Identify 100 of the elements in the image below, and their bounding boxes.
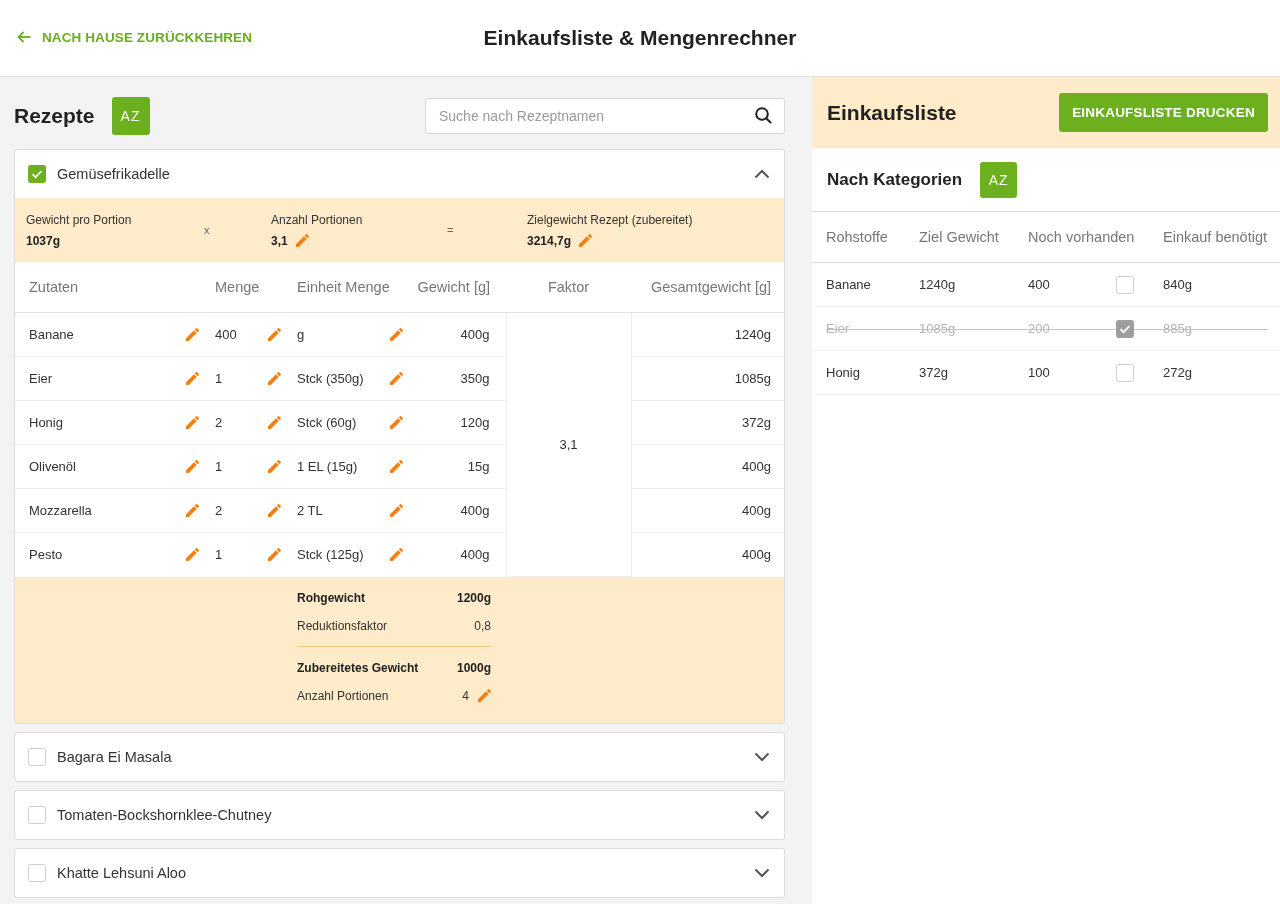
summary-label: Zubereitetes Gewicht [297, 660, 419, 675]
unit-value: 2 TL [297, 503, 323, 518]
chevron-down-icon[interactable] [754, 809, 770, 820]
table-cell: 400g [631, 532, 784, 576]
checkbox[interactable] [1116, 363, 1134, 382]
chevron-up-icon[interactable] [754, 169, 770, 179]
unit-value: Stck (350g) [297, 371, 364, 386]
checkbox[interactable] [28, 165, 46, 183]
table-cell: 372g [631, 400, 784, 445]
recipe-name[interactable]: Bagara Ei Masala [57, 748, 172, 765]
summary-value: 1000g [456, 660, 491, 675]
pencil-icon[interactable] [186, 504, 199, 517]
field-value: 3214,7g [527, 233, 572, 248]
checkbox[interactable] [28, 805, 46, 824]
search-icon[interactable] [755, 107, 772, 124]
table-cell: 400g [411, 532, 506, 576]
amount-value: 400 [215, 327, 237, 342]
ingredient-name: Honig [29, 415, 63, 430]
column-header: Einkauf benötigt [1163, 229, 1267, 245]
table-cell: 840g [1163, 277, 1192, 292]
pencil-icon[interactable] [295, 234, 309, 247]
summary-value: 4 [462, 688, 469, 703]
field-label: Gewicht pro Portion [26, 212, 132, 227]
recipe-name[interactable]: Khatte Lehsuni Aloo [57, 864, 186, 881]
operator-sign: = [447, 224, 454, 236]
pencil-icon[interactable] [186, 372, 199, 385]
table-cell: 15g [411, 444, 506, 489]
summary-label: Anzahl Portionen [297, 688, 389, 703]
column-header: Rohstoffe [826, 229, 888, 245]
pencil-icon[interactable] [268, 372, 281, 385]
pencil-icon[interactable] [390, 416, 403, 429]
pencil-icon[interactable] [268, 548, 281, 561]
search-field[interactable]: Suche nach Rezeptnamen [425, 98, 785, 134]
table-cell: 100 [1028, 365, 1050, 380]
field-label: Anzahl Portionen [271, 212, 363, 227]
table-cell: 200 [1028, 321, 1050, 336]
pencil-icon[interactable] [186, 328, 199, 341]
table-cell: 120g [411, 400, 506, 445]
pencil-icon[interactable] [390, 372, 403, 385]
subsection-title: Nach Kategorien [827, 169, 963, 190]
table-cell: 350g [411, 356, 506, 401]
pencil-icon[interactable] [390, 328, 403, 341]
column-header: Menge [206, 262, 288, 313]
recipe-name[interactable]: Gemüsefrikadelle [57, 166, 170, 182]
field-value: 1037g [26, 233, 61, 248]
section-title: Einkaufsliste [827, 100, 957, 125]
table-cell: Banane [826, 277, 871, 292]
amount-value: 1 [215, 459, 223, 474]
pencil-icon[interactable] [186, 416, 199, 429]
table-cell: 1085g [631, 356, 784, 401]
column-header: Zutaten [15, 262, 206, 313]
pencil-icon[interactable] [390, 460, 403, 473]
checkbox[interactable] [1116, 275, 1134, 294]
amount-value: 1 [215, 547, 223, 562]
chevron-down-icon[interactable] [754, 867, 770, 878]
pencil-icon[interactable] [390, 548, 403, 561]
table-cell: 1240g [631, 312, 784, 357]
ingredient-name: Banane [29, 327, 74, 342]
table-cell: 400g [411, 312, 506, 357]
section-title: Rezepte [14, 104, 95, 128]
pencil-icon[interactable] [268, 504, 281, 517]
column-header: Gesamtgewicht [g] [631, 262, 784, 313]
pencil-icon[interactable] [186, 460, 199, 473]
table-cell: 400g [631, 444, 784, 489]
ingredient-name: Olivenöl [29, 459, 76, 474]
column-header: Einheit Menge [288, 262, 411, 313]
table-cell: 3,1 [506, 312, 631, 576]
table-cell: 272g [1163, 365, 1192, 380]
pencil-icon[interactable] [268, 328, 281, 341]
column-header: Faktor [506, 262, 631, 313]
checkbox[interactable] [1116, 319, 1134, 338]
page-title: Einkaufsliste & Mengenrechner [483, 26, 797, 50]
arrow-left-icon [17, 31, 31, 43]
summary-value: 1200g [456, 590, 491, 605]
ingredient-name: Mozzarella [29, 503, 92, 518]
checkbox[interactable] [28, 863, 46, 882]
table-cell: 885g [1163, 321, 1192, 336]
table-cell: 400 [1028, 277, 1050, 292]
recipe-name[interactable]: Tomaten-Bockshornklee-Chutney [57, 806, 272, 823]
ingredient-name: Eier [29, 371, 53, 386]
amount-value: 2 [215, 503, 223, 518]
summary-value: 0,8 [474, 618, 491, 633]
pencil-icon[interactable] [186, 548, 199, 561]
amount-value: 1 [215, 371, 223, 386]
chevron-down-icon[interactable] [754, 751, 770, 762]
pencil-icon[interactable] [268, 416, 281, 429]
table-cell: Eier [826, 321, 850, 336]
checkbox[interactable] [28, 747, 46, 766]
pencil-icon[interactable] [579, 234, 593, 247]
pencil-icon[interactable] [390, 504, 403, 517]
pencil-icon[interactable] [478, 689, 491, 702]
summary-label: Reduktionsfaktor [297, 618, 388, 633]
summary-label: Rohgewicht [297, 590, 365, 605]
column-header: Ziel Gewicht [919, 229, 999, 245]
amount-value: 2 [215, 415, 223, 430]
table-cell: Honig [826, 365, 860, 380]
table-cell: 400g [631, 488, 784, 533]
unit-value: 1 EL (15g) [297, 459, 358, 474]
field-label: Zielgewicht Rezept (zubereitet) [527, 212, 693, 227]
pencil-icon[interactable] [268, 460, 281, 473]
